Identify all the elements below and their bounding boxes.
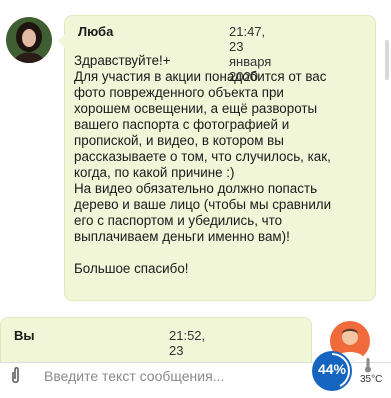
thermometer-icon xyxy=(363,357,373,373)
scrollbar[interactable] xyxy=(385,40,389,80)
chat-history[interactable]: Люба 21:47, 23 января 2020 Здравствуйте!… xyxy=(0,0,391,362)
attach-icon[interactable] xyxy=(6,366,28,386)
gauge-value: 44% xyxy=(317,361,347,377)
message-timestamp: 21:52, 23 января 2020 xyxy=(169,328,211,362)
temperature-value: 35°C xyxy=(360,374,383,385)
message-author: Вы xyxy=(14,328,35,343)
avatar[interactable] xyxy=(6,17,52,63)
message-author: Люба xyxy=(78,24,114,39)
message-text: Здравствуйте!+ Для участия в акции понад… xyxy=(74,53,332,276)
message-input[interactable] xyxy=(42,362,306,390)
message-bubble xyxy=(0,317,312,362)
